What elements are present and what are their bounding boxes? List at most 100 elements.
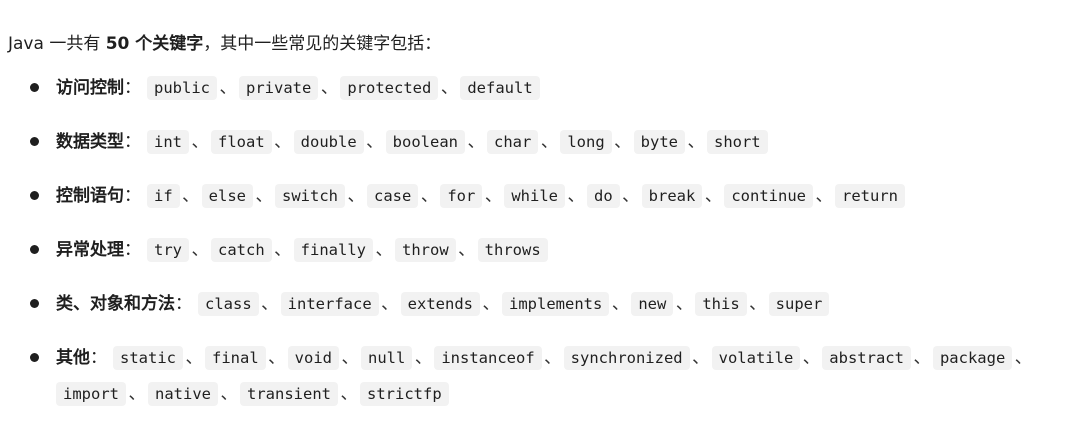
category-label: 访问控制 (56, 78, 124, 98)
keyword-separator: 、 (611, 294, 629, 314)
keyword-separator: 、 (341, 348, 359, 368)
keyword-category-list: 访问控制： public、 private、 protected、 default 数据类… (0, 70, 1065, 430)
keyword-category-item: 异常处理： try、 catch、 finally、 throw、 throws (0, 232, 1065, 286)
keyword-separator: 、 (913, 348, 931, 368)
keyword-separator: 、 (692, 348, 710, 368)
keyword-separator: 、 (484, 186, 502, 206)
keyword-code: return (835, 184, 905, 208)
keyword-code: case (367, 184, 419, 208)
keyword-separator: 、 (704, 186, 722, 206)
keyword-code: final (205, 346, 266, 370)
keyword-separator: 、 (544, 348, 562, 368)
keyword-code: float (211, 130, 272, 154)
keyword-code: int (147, 130, 189, 154)
keyword-code: catch (211, 238, 272, 262)
keyword-separator: 、 (622, 186, 640, 206)
keyword-list: class、 interface、 extends、 implements、 new、 t… (198, 292, 830, 316)
keyword-code: instanceof (434, 346, 542, 370)
keyword-separator: 、 (802, 348, 820, 368)
keyword-separator: 、 (366, 132, 384, 152)
keyword-list: if、 else、 switch、 case、 for、 while、 do、 break、 c… (147, 184, 905, 208)
keyword-separator: 、 (261, 294, 279, 314)
keyword-separator: 、 (482, 294, 500, 314)
keyword-code: interface (280, 292, 379, 316)
keyword-category-item: 其他： static、 final、 void、 null、 instanceof、 syn… (0, 340, 1065, 430)
bullet-dot-icon (30, 353, 39, 362)
keyword-separator: 、 (440, 78, 458, 98)
keyword-separator: 、 (815, 186, 833, 206)
keyword-code: abstract (822, 346, 911, 370)
keyword-code: volatile (711, 346, 801, 370)
category-colon: ： (175, 294, 192, 314)
keyword-code: double (293, 130, 364, 154)
keyword-separator: 、 (191, 132, 209, 152)
keyword-code: this (695, 292, 747, 316)
category-label: 数据类型 (56, 132, 124, 152)
category-colon: ： (124, 78, 141, 98)
keyword-separator: 、 (1014, 348, 1032, 368)
keyword-code: if (147, 184, 180, 208)
keyword-separator: 、 (274, 240, 292, 260)
keyword-separator: 、 (220, 384, 238, 404)
keyword-separator: 、 (375, 240, 393, 260)
category-colon: ： (90, 348, 107, 368)
keyword-category-item: 类、对象和方法： class、 interface、 extends、 implemen… (0, 286, 1065, 340)
keyword-code: package (932, 346, 1013, 370)
bullet-dot-icon (30, 191, 39, 200)
keyword-code: public (147, 76, 217, 100)
keyword-code: continue (724, 184, 813, 208)
keyword-code: else (201, 184, 253, 208)
keyword-count: 50 个关键字 (105, 34, 204, 54)
keyword-code: null (361, 346, 413, 370)
keyword-code: extends (400, 292, 480, 316)
keyword-code: break (641, 184, 703, 208)
keyword-list: try、 catch、 finally、 throw、 throws (147, 238, 548, 262)
keyword-code: finally (293, 238, 373, 262)
keyword-list: int、 float、 double、 boolean、 char、 long、 byte、… (147, 130, 768, 154)
keyword-code: boolean (385, 130, 465, 154)
keyword-code: char (487, 130, 539, 154)
keyword-separator: 、 (191, 240, 209, 260)
keyword-code: switch (275, 184, 345, 208)
keyword-separator: 、 (687, 132, 705, 152)
keyword-code: default (460, 76, 540, 100)
keyword-separator: 、 (614, 132, 632, 152)
keyword-list: public、 private、 protected、 default (147, 76, 540, 100)
keyword-code: super (768, 292, 830, 316)
bullet-dot-icon (30, 83, 39, 92)
keyword-code: try (147, 238, 189, 262)
keyword-separator: 、 (540, 132, 558, 152)
keyword-code: byte (633, 130, 685, 154)
keyword-code: implements (502, 292, 610, 316)
keyword-category-item: 数据类型： int、 float、 double、 boolean、 char、 long、… (0, 124, 1065, 178)
bullet-dot-icon (30, 245, 39, 254)
intro-paragraph: Java 一共有 50 个关键字，其中一些常见的关键字包括： (8, 31, 441, 57)
keyword-separator: 、 (185, 348, 203, 368)
keyword-separator: 、 (268, 348, 286, 368)
keyword-code: while (504, 184, 565, 208)
keyword-code: transient (240, 382, 338, 406)
keyword-code: do (587, 184, 620, 208)
keyword-code: static (113, 346, 183, 370)
keyword-code: synchronized (563, 346, 690, 370)
category-label: 异常处理 (56, 240, 124, 260)
keyword-separator: 、 (467, 132, 485, 152)
keyword-code: import (56, 382, 126, 406)
keyword-separator: 、 (340, 384, 358, 404)
keyword-code: short (706, 130, 768, 154)
keyword-code: new (631, 292, 674, 316)
category-colon: ： (124, 132, 141, 152)
keyword-separator: 、 (255, 186, 273, 206)
keyword-separator: 、 (420, 186, 438, 206)
keyword-separator: 、 (274, 132, 292, 152)
intro-suffix: ，其中一些常见的关键字包括： (203, 34, 442, 54)
keyword-code: throws (477, 238, 548, 262)
keyword-category-item: 控制语句： if、 else、 switch、 case、 for、 while、 do、 br… (0, 178, 1065, 232)
bullet-dot-icon (30, 299, 39, 308)
keyword-code: native (148, 382, 218, 406)
keyword-code: void (287, 346, 339, 370)
keyword-separator: 、 (182, 186, 200, 206)
keyword-code: for (440, 184, 483, 208)
keyword-code: private (239, 76, 319, 100)
bullet-dot-icon (30, 137, 39, 146)
